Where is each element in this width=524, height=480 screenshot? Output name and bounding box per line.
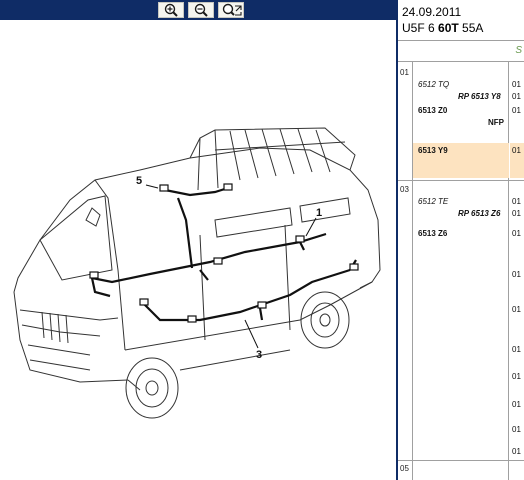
qty-6: 01	[512, 197, 521, 206]
group-number-03: 03	[400, 185, 409, 194]
group-number-01: 01	[400, 68, 409, 77]
zoom-out-icon	[194, 3, 208, 17]
group-column-divider	[412, 62, 413, 480]
qty-extra-5: 01	[512, 400, 521, 409]
diagram-pane: 1 3 5	[0, 0, 396, 480]
date-label: 24.09.2011	[402, 5, 462, 19]
qty-extra-2: 01	[512, 305, 521, 314]
vehicle-code-suffix: 55A	[458, 21, 484, 35]
part-ref-6513-z0[interactable]: 6513 Z0	[418, 106, 447, 115]
vehicle-code-bold: 60T	[438, 21, 459, 35]
qty-3: 01	[512, 106, 521, 115]
zoom-out-button[interactable]	[188, 2, 214, 18]
qty-2: 01	[512, 92, 521, 101]
van-wiring-diagram: 1 3 5	[13, 127, 381, 419]
qty-5: 01	[512, 146, 521, 155]
part-ref-6512-te[interactable]: 6512 TE	[418, 197, 448, 206]
parts-info-pane: 24.09.2011 U5F 6 60T 55A S 01 6512 TQ RP…	[396, 0, 524, 480]
qty-extra-4: 01	[512, 372, 521, 381]
qty-column-divider	[508, 62, 509, 480]
callout-3: 3	[256, 349, 262, 361]
part-ref-6513-y9[interactable]: 6513 Y9	[418, 146, 448, 155]
group-divider-2	[398, 460, 524, 461]
group-divider-1	[398, 180, 524, 181]
toolbar	[0, 0, 396, 20]
part-ref-rp-6513-y8[interactable]: RP 6513 Y8	[458, 92, 501, 101]
zoom-fit-icon	[222, 3, 242, 16]
qty-extra-1: 01	[512, 270, 521, 279]
group-number-05: 05	[400, 464, 409, 473]
nfp-label: NFP	[488, 118, 504, 127]
qty-extra-3: 01	[512, 345, 521, 354]
qty-8: 01	[512, 229, 521, 238]
part-ref-rp-6513-z6[interactable]: RP 6513 Z6	[458, 209, 500, 218]
part-ref-6513-z6[interactable]: 6513 Z6	[418, 229, 447, 238]
zoom-fit-button[interactable]	[218, 2, 244, 18]
vehicle-code-prefix: U5F 6	[402, 21, 439, 35]
zoom-in-icon	[164, 3, 178, 17]
part-ref-6512-tq[interactable]: 6512 TQ	[418, 80, 449, 89]
qty-7: 01	[512, 209, 521, 218]
column-header: S	[398, 40, 524, 62]
callout-5: 5	[136, 175, 142, 187]
column-header-s: S	[515, 45, 522, 56]
qty-extra-7: 01	[512, 447, 521, 456]
callout-1: 1	[316, 207, 322, 219]
vehicle-code: U5F 6 60T 55A	[402, 21, 483, 35]
zoom-in-button[interactable]	[158, 2, 184, 18]
qty-1: 01	[512, 80, 521, 89]
qty-extra-6: 01	[512, 425, 521, 434]
